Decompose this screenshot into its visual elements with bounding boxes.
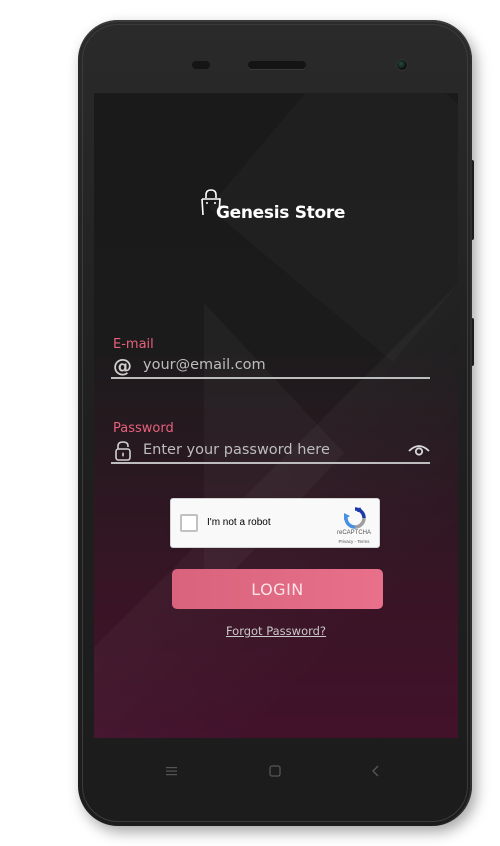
lock-icon	[113, 441, 133, 465]
front-camera	[396, 59, 408, 71]
recaptcha-brand: reCAPTCHA	[336, 530, 371, 536]
svg-text:@: @	[113, 356, 132, 376]
recaptcha-widget: I'm not a robot reCAPTCHA Privacy - Term…	[170, 498, 380, 548]
menu-key-icon[interactable]	[165, 763, 179, 782]
email-label: E-mail	[113, 337, 154, 352]
app-screen: Genesis Store E-mail @ Password	[94, 93, 458, 738]
earpiece-speaker	[248, 61, 306, 69]
email-input[interactable]	[143, 355, 403, 375]
login-button[interactable]: LOGIN	[172, 569, 383, 609]
recaptcha-privacy-terms[interactable]: Privacy - Terms	[326, 539, 382, 544]
at-sign-icon: @	[113, 355, 135, 380]
app-name: Genesis Store	[216, 203, 346, 223]
password-field-row	[111, 440, 430, 464]
forgot-password-link[interactable]: Forgot Password?	[94, 624, 458, 638]
recaptcha-checkbox[interactable]	[180, 514, 198, 532]
recaptcha-checkbox-label: I'm not a robot	[207, 517, 271, 528]
home-key-icon[interactable]	[268, 763, 282, 782]
back-key-icon[interactable]	[369, 763, 383, 782]
password-label: Password	[113, 421, 174, 436]
device-stage: Genesis Store E-mail @ Password	[0, 0, 500, 846]
proximity-sensor	[192, 61, 210, 69]
email-field-row: @	[111, 355, 430, 379]
password-input[interactable]	[143, 440, 403, 460]
show-password-eye-icon[interactable]	[408, 442, 430, 462]
